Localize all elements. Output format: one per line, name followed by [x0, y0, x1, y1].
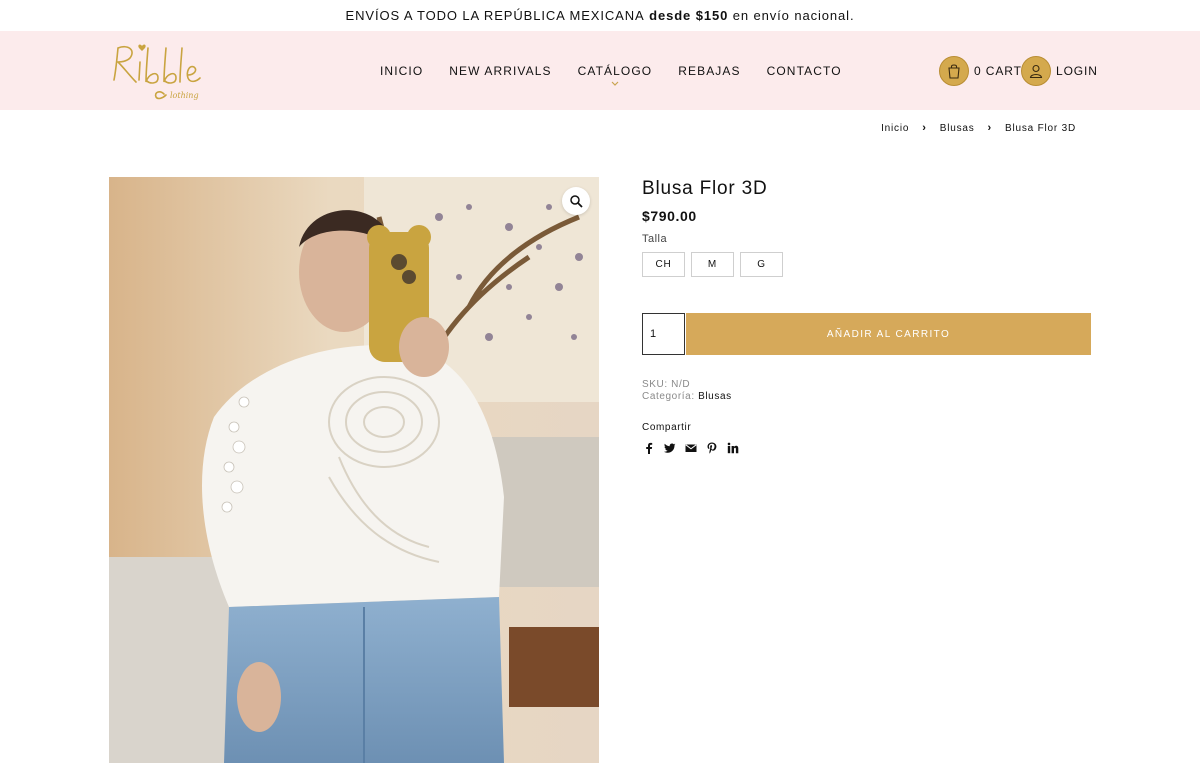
breadcrumb-current: Blusa Flor 3D: [1005, 122, 1076, 134]
size-option-g[interactable]: G: [740, 252, 783, 277]
product-photo: [109, 177, 599, 763]
search-icon: [570, 195, 583, 208]
sku-label: SKU:: [642, 379, 668, 390]
category-label: Categoría:: [642, 391, 695, 402]
nav-catalogo-label: CATÁLOGO: [577, 63, 653, 78]
nav-inicio[interactable]: INICIO: [380, 64, 423, 78]
nav-catalogo[interactable]: CATÁLOGO: [577, 63, 653, 86]
share-icons: [643, 442, 739, 454]
category-link[interactable]: Blusas: [698, 391, 732, 402]
zoom-button[interactable]: [562, 187, 590, 215]
size-option-m[interactable]: M: [691, 252, 734, 277]
product-price: $790.00: [642, 208, 697, 224]
product-title: Blusa Flor 3D: [642, 178, 768, 199]
breadcrumb-blusas[interactable]: Blusas: [940, 123, 975, 134]
breadcrumb: Inicio › Blusas › Blusa Flor 3D: [881, 122, 1076, 134]
breadcrumb-separator: ›: [922, 122, 927, 134]
login-button[interactable]: LOGIN: [1021, 56, 1098, 86]
twitter-icon[interactable]: [664, 442, 676, 454]
cart-label: 0 CART: [974, 64, 1022, 78]
nav-contacto[interactable]: CONTACTO: [767, 64, 842, 78]
quantity-input[interactable]: [642, 313, 685, 355]
announcement-prefix: ENVÍOS A TODO LA REPÚBLICA MEXICANA: [345, 8, 645, 23]
nav-new-arrivals[interactable]: NEW ARRIVALS: [449, 64, 551, 78]
share-label: Compartir: [642, 422, 692, 433]
cart-button[interactable]: 0 CART: [939, 56, 1022, 86]
chevron-down-icon: [611, 78, 619, 88]
login-label: LOGIN: [1056, 64, 1098, 78]
size-options: CH M G: [642, 252, 783, 277]
category-row: Categoría: Blusas: [642, 391, 732, 403]
svg-text:lothing: lothing: [170, 91, 199, 100]
sku-value: N/D: [671, 379, 691, 390]
sku-row: SKU: N/D: [642, 379, 732, 391]
product-meta: SKU: N/D Categoría: Blusas: [642, 379, 732, 403]
logo-graphic: lothing: [113, 44, 201, 100]
announcement-suffix: en envío nacional.: [732, 8, 855, 23]
announcement-bold: desde $150: [649, 8, 729, 23]
site-header: lothing INICIO NEW ARRIVALS CATÁLOGO REB…: [0, 31, 1200, 110]
size-option-ch[interactable]: CH: [642, 252, 685, 277]
pinterest-icon[interactable]: [706, 442, 718, 454]
user-icon: [1021, 56, 1051, 86]
ribbe-logo[interactable]: lothing: [108, 40, 226, 102]
main-navigation: INICIO NEW ARRIVALS CATÁLOGO REBAJAS CON…: [380, 31, 868, 110]
facebook-icon[interactable]: [643, 442, 655, 454]
breadcrumb-inicio[interactable]: Inicio: [881, 123, 909, 134]
email-icon[interactable]: [685, 442, 697, 454]
announcement-bar: ENVÍOS A TODO LA REPÚBLICA MEXICANA desd…: [0, 0, 1200, 31]
product-image[interactable]: [109, 177, 599, 763]
add-to-cart-button[interactable]: AÑADIR AL CARRITO: [686, 313, 1091, 355]
nav-rebajas[interactable]: REBAJAS: [678, 64, 740, 78]
size-label: Talla: [642, 233, 668, 245]
breadcrumb-separator: ›: [987, 122, 993, 134]
shopping-bag-icon: [939, 56, 969, 86]
linkedin-icon[interactable]: [727, 442, 739, 454]
